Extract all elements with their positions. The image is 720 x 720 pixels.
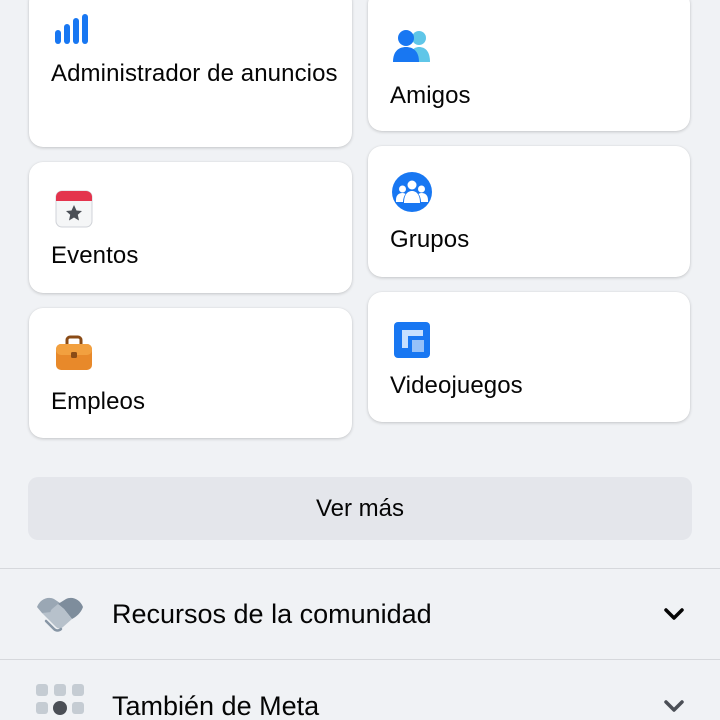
shortcut-label: Amigos <box>390 82 471 109</box>
chevron-down-icon[interactable] <box>660 692 688 720</box>
grid-dots-icon <box>34 682 86 720</box>
section-also-from-meta[interactable]: También de Meta <box>0 660 720 720</box>
section-label: También de Meta <box>112 691 320 720</box>
shortcut-friends[interactable]: Amigos <box>368 0 690 131</box>
section-label: Recursos de la comunidad <box>112 599 432 629</box>
briefcase-icon <box>51 332 95 376</box>
shortcut-gaming[interactable]: Videojuegos <box>368 292 690 422</box>
shortcut-jobs[interactable]: Empleos <box>29 308 352 438</box>
menu-page: Administrador de anuncios Amigos Eventos <box>0 0 720 720</box>
handshake-icon <box>34 591 86 643</box>
section-community-resources[interactable]: Recursos de la comunidad <box>0 569 720 659</box>
chevron-down-icon[interactable] <box>660 600 688 628</box>
shortcut-ads-manager[interactable]: Administrador de anuncios <box>29 0 352 147</box>
shortcut-label: Eventos <box>51 242 139 269</box>
shortcut-label: Grupos <box>390 226 470 253</box>
shortcut-label: Videojuegos <box>390 372 523 399</box>
shortcut-events[interactable]: Eventos <box>29 162 352 293</box>
groups-icon <box>390 170 434 214</box>
gaming-icon <box>390 318 434 362</box>
shortcut-label: Empleos <box>51 388 146 415</box>
shortcut-groups[interactable]: Grupos <box>368 146 690 277</box>
see-more-button[interactable]: Ver más <box>28 477 692 540</box>
bar-chart-icon <box>51 6 95 50</box>
shortcut-label: Administrador de anuncios <box>51 60 338 87</box>
friends-icon <box>390 24 434 68</box>
calendar-star-icon <box>51 188 95 232</box>
